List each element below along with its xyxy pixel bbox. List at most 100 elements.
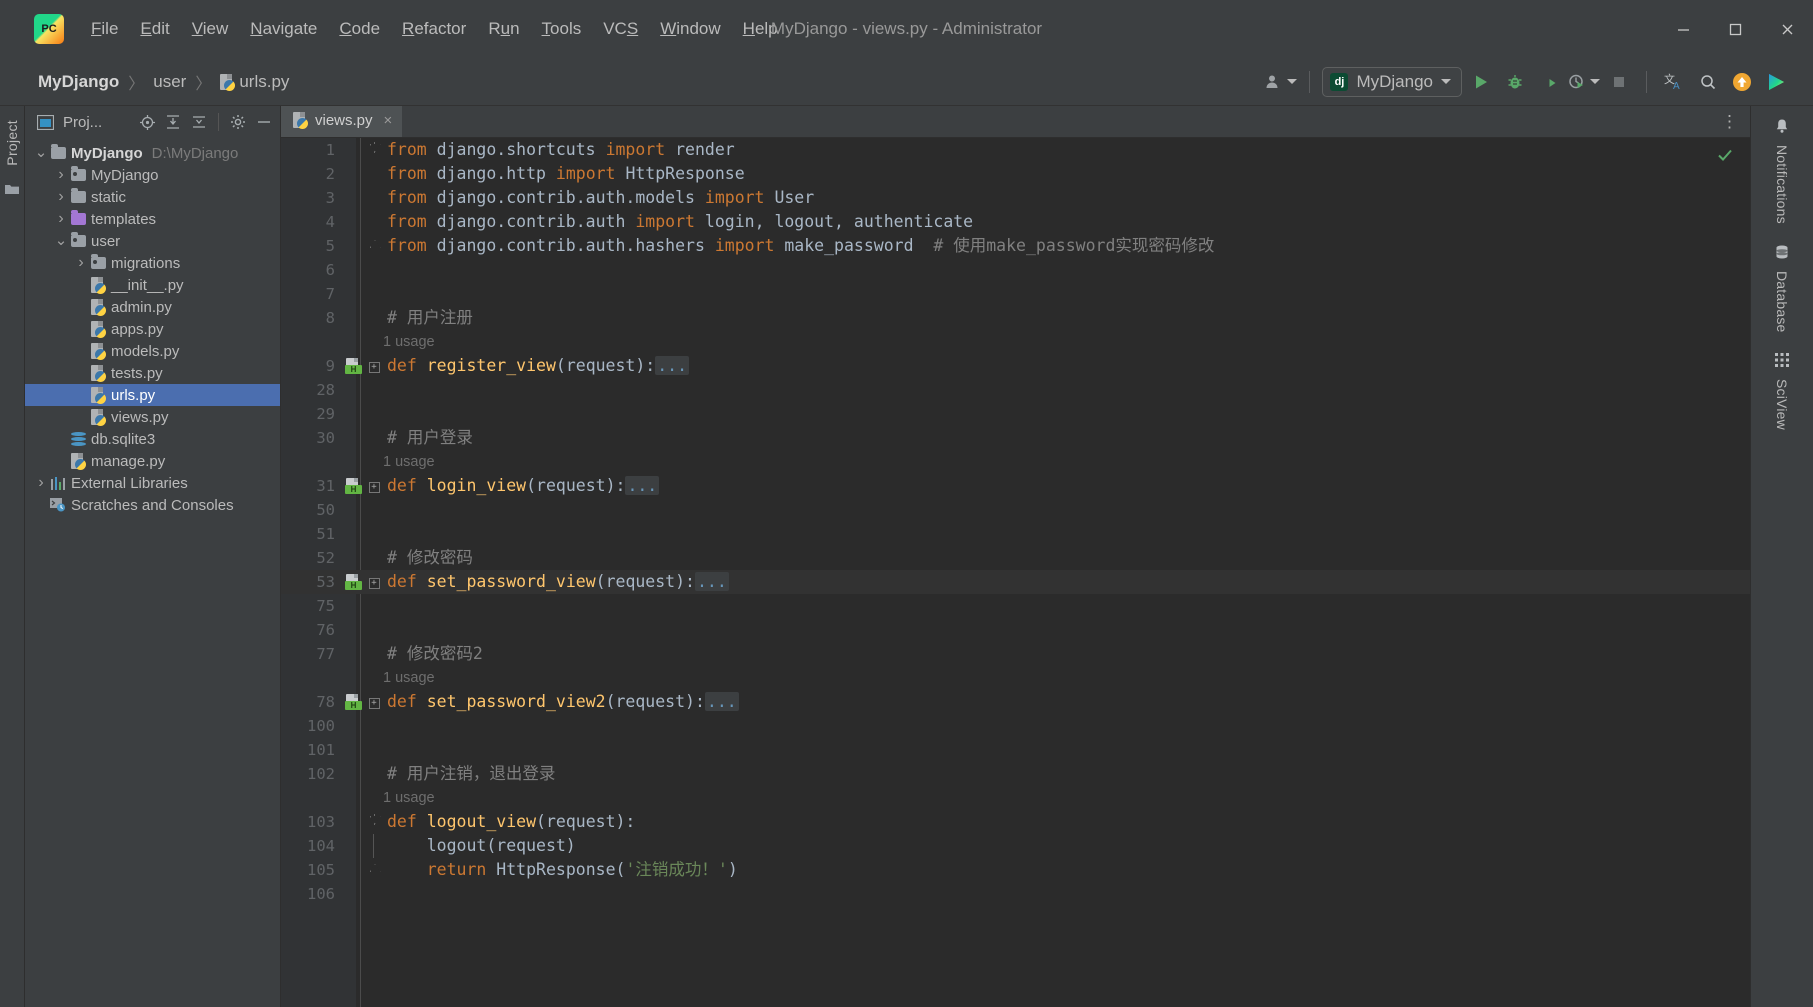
menu-item-tools[interactable]: Tools xyxy=(531,15,593,43)
http-endpoint-gutter-icon[interactable]: H xyxy=(343,570,365,594)
code-line[interactable]: 52 # 修改密码 xyxy=(281,546,1750,570)
inspections-ok-icon[interactable] xyxy=(1716,146,1734,164)
fold-expand-icon[interactable]: + xyxy=(365,690,383,714)
code-line[interactable]: 6 xyxy=(281,258,1750,282)
locate-icon[interactable] xyxy=(137,112,157,132)
code-line[interactable]: 106 xyxy=(281,882,1750,906)
chevron-right-icon[interactable]: › xyxy=(53,210,69,228)
code-line[interactable]: 8 # 用户注册 xyxy=(281,306,1750,330)
editor-options-icon[interactable]: ⋮ xyxy=(1721,106,1750,137)
chevron-down-icon[interactable]: ⌄ xyxy=(33,145,49,160)
tree-item-mydjango[interactable]: ⌄ MyDjango D:\MyDjango xyxy=(25,142,280,164)
code-line[interactable]: 9 H + def register_view(request):... xyxy=(281,354,1750,378)
menu-item-run[interactable]: Run xyxy=(477,15,530,43)
collapsed-body-placeholder[interactable]: ... xyxy=(704,692,739,711)
fold-expand-icon[interactable]: + xyxy=(365,474,383,498)
user-account-icon[interactable] xyxy=(1265,67,1298,97)
tree-item-views-py[interactable]: views.py xyxy=(25,406,280,428)
run-configuration-selector[interactable]: dj MyDjango xyxy=(1322,66,1462,97)
code-line[interactable]: 51 xyxy=(281,522,1750,546)
tree-item-scratches-and-consoles[interactable]: Scratches and Consoles xyxy=(25,494,280,516)
fold-region-marker[interactable] xyxy=(365,138,383,162)
code-line[interactable]: 7 xyxy=(281,282,1750,306)
menu-item-vcs[interactable]: VCS xyxy=(592,15,649,43)
sidebar-item-project[interactable]: Project xyxy=(2,114,22,172)
code-line[interactable]: 76 xyxy=(281,618,1750,642)
update-project-icon[interactable] xyxy=(1727,67,1757,97)
run-with-coverage-icon[interactable] xyxy=(1534,67,1564,97)
fold-region-marker[interactable] xyxy=(365,858,383,882)
code-line[interactable]: 30 # 用户登录 xyxy=(281,426,1750,450)
tree-item-models-py[interactable]: models.py xyxy=(25,340,280,362)
close-icon[interactable]: × xyxy=(384,112,393,129)
code-line[interactable]: 28 xyxy=(281,378,1750,402)
fold-region-marker[interactable] xyxy=(365,810,383,834)
sidebar-item-sciview[interactable]: SciView xyxy=(1774,352,1790,430)
editor-tab-views-py[interactable]: views.py × xyxy=(281,106,403,137)
tree-item---init---py[interactable]: __init__.py xyxy=(25,274,280,296)
breadcrumb-item-mydjango[interactable]: MyDjango xyxy=(34,70,123,94)
settings-gear-icon[interactable] xyxy=(228,112,248,132)
sidebar-item-notifications[interactable]: Notifications xyxy=(1774,118,1790,224)
breadcrumb-item-urls-py[interactable]: urls.py xyxy=(216,70,293,94)
menu-item-navigate[interactable]: Navigate xyxy=(239,15,328,43)
menu-item-code[interactable]: Code xyxy=(328,15,391,43)
project-view-icon[interactable] xyxy=(35,112,55,132)
code-line[interactable]: 75 xyxy=(281,594,1750,618)
code-line[interactable]: 29 xyxy=(281,402,1750,426)
fold-slot[interactable] xyxy=(365,834,383,858)
debug-icon[interactable] xyxy=(1500,67,1530,97)
collapsed-body-placeholder[interactable]: ... xyxy=(694,572,729,591)
chevron-right-icon[interactable]: › xyxy=(73,254,89,272)
search-everywhere-icon[interactable] xyxy=(1693,67,1723,97)
fold-expand-icon[interactable]: + xyxy=(365,354,383,378)
collapsed-body-placeholder[interactable]: ... xyxy=(625,476,660,495)
tree-item-templates[interactable]: › templates xyxy=(25,208,280,230)
usage-hint[interactable]: 1 usage xyxy=(281,450,1750,474)
hide-panel-icon[interactable] xyxy=(254,112,274,132)
tree-item-apps-py[interactable]: apps.py xyxy=(25,318,280,340)
code-editor[interactable]: 1 from django.shortcuts import render 2 fro… xyxy=(281,138,1750,1007)
ide-feature-trainer-icon[interactable] xyxy=(1761,67,1791,97)
collapse-all-icon[interactable] xyxy=(189,112,209,132)
code-line[interactable]: 103 def logout_view(request): xyxy=(281,810,1750,834)
tree-item-user[interactable]: ⌄ user xyxy=(25,230,280,252)
stop-icon[interactable] xyxy=(1604,67,1634,97)
code-line[interactable]: 104 logout(request) xyxy=(281,834,1750,858)
code-line[interactable]: 4 from django.contrib.auth import login, … xyxy=(281,210,1750,234)
expand-all-icon[interactable] xyxy=(163,112,183,132)
run-icon[interactable] xyxy=(1466,67,1496,97)
chevron-right-icon[interactable]: › xyxy=(53,188,69,206)
menu-item-edit[interactable]: Edit xyxy=(129,15,180,43)
code-line[interactable]: 101 xyxy=(281,738,1750,762)
minimize-button[interactable] xyxy=(1657,0,1709,58)
code-line[interactable]: 1 from django.shortcuts import render xyxy=(281,138,1750,162)
chevron-down-icon[interactable]: ⌄ xyxy=(53,233,69,248)
tree-item-external-libraries[interactable]: › External Libraries xyxy=(25,472,280,494)
tree-item-static[interactable]: › static xyxy=(25,186,280,208)
folder-strip-icon[interactable] xyxy=(4,182,20,201)
menu-item-view[interactable]: View xyxy=(181,15,240,43)
code-line[interactable]: 3 from django.contrib.auth.models import … xyxy=(281,186,1750,210)
http-endpoint-gutter-icon[interactable]: H xyxy=(343,690,365,714)
usage-hint[interactable]: 1 usage xyxy=(281,666,1750,690)
menu-item-file[interactable]: File xyxy=(80,15,129,43)
http-endpoint-gutter-icon[interactable]: H xyxy=(343,354,365,378)
http-endpoint-gutter-icon[interactable]: H xyxy=(343,474,365,498)
tree-item-migrations[interactable]: › migrations xyxy=(25,252,280,274)
code-line[interactable]: 77 # 修改密码2 xyxy=(281,642,1750,666)
code-line[interactable]: 100 xyxy=(281,714,1750,738)
collapsed-body-placeholder[interactable]: ... xyxy=(655,356,690,375)
usage-hint[interactable]: 1 usage xyxy=(281,330,1750,354)
menu-item-refactor[interactable]: Refactor xyxy=(391,15,477,43)
tree-item-tests-py[interactable]: tests.py xyxy=(25,362,280,384)
maximize-button[interactable] xyxy=(1709,0,1761,58)
menu-item-help[interactable]: Help xyxy=(732,15,789,43)
tree-item-manage-py[interactable]: manage.py xyxy=(25,450,280,472)
close-button[interactable] xyxy=(1761,0,1813,58)
tree-item-mydjango[interactable]: › MyDjango xyxy=(25,164,280,186)
code-line[interactable]: 2 from django.http import HttpResponse xyxy=(281,162,1750,186)
code-line[interactable]: 53 H + def set_password_view(request):... xyxy=(281,570,1750,594)
tree-item-db-sqlite3[interactable]: db.sqlite3 xyxy=(25,428,280,450)
profiler-icon[interactable] xyxy=(1568,67,1600,97)
